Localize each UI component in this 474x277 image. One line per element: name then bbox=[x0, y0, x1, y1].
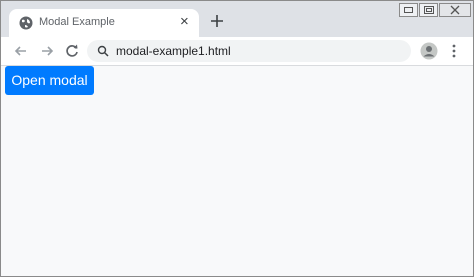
tab-modal-example[interactable]: Modal Example × bbox=[9, 9, 199, 37]
browser-toolbar bbox=[1, 37, 473, 66]
maximize-button[interactable] bbox=[419, 3, 438, 17]
tab-strip: Modal Example × bbox=[1, 1, 473, 37]
tab-title: Modal Example bbox=[39, 16, 115, 28]
address-bar[interactable] bbox=[87, 40, 411, 62]
minimize-icon bbox=[404, 7, 413, 13]
tab-close-icon[interactable]: × bbox=[180, 14, 189, 30]
globe-icon bbox=[19, 16, 33, 30]
browser-window: Modal Example × modal-example1.html Open… bbox=[0, 0, 474, 277]
avatar-icon[interactable] bbox=[420, 42, 438, 60]
plus-icon[interactable] bbox=[208, 12, 226, 30]
reload-icon[interactable] bbox=[64, 43, 80, 59]
open-modal-button[interactable]: Open modal bbox=[5, 66, 94, 95]
minimize-button[interactable] bbox=[399, 3, 418, 17]
arrow-left-icon[interactable] bbox=[13, 43, 29, 59]
search-icon bbox=[97, 45, 109, 57]
arrow-right-icon[interactable] bbox=[39, 43, 55, 59]
page-content: Open modal bbox=[1, 66, 473, 276]
address-input[interactable] bbox=[116, 40, 396, 62]
window-close-button[interactable] bbox=[439, 3, 471, 17]
maximize-icon bbox=[423, 6, 434, 14]
kebab-menu-icon[interactable] bbox=[449, 43, 459, 59]
close-icon bbox=[450, 5, 460, 15]
